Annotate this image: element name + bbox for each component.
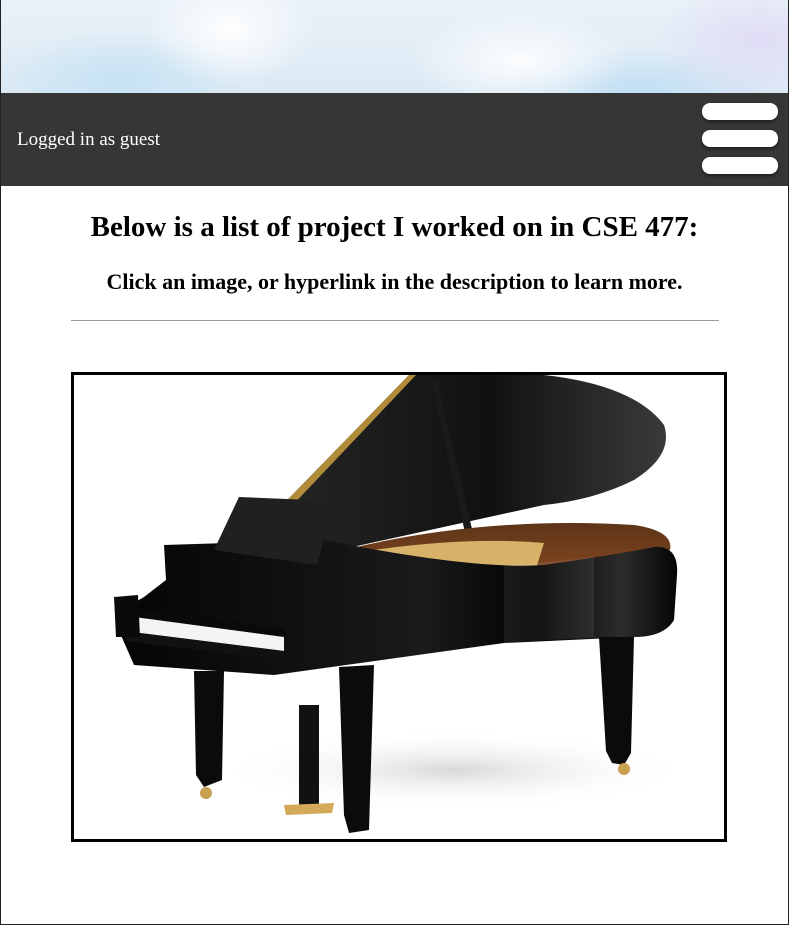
divider	[71, 320, 719, 321]
hamburger-menu-icon[interactable]	[700, 103, 780, 177]
project-image-link[interactable]	[71, 372, 727, 842]
menu-bar-bottom	[702, 157, 778, 174]
menu-bar-middle	[702, 130, 778, 147]
menu-bar-top	[702, 103, 778, 120]
page-title: Below is a list of project I worked on i…	[90, 211, 699, 243]
page-subtitle: Click an image, or hyperlink in the desc…	[106, 269, 683, 294]
top-banner	[0, 0, 789, 93]
login-status: Logged in as guest	[17, 129, 161, 150]
grand-piano-image	[74, 375, 724, 839]
